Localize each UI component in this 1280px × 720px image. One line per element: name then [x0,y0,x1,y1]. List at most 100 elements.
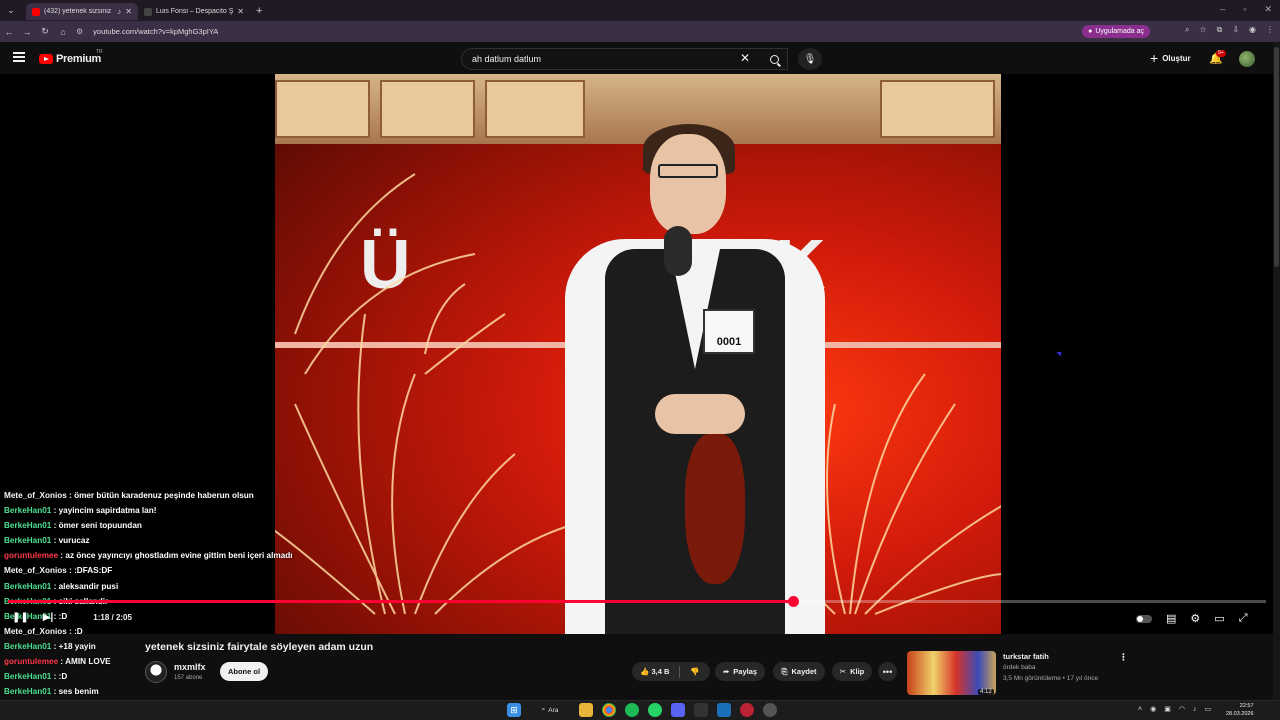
save-button[interactable]: ⎘ Kaydet [773,662,825,681]
url-field[interactable]: youtube.com/watch?v=kpMghG3pIYA [93,27,218,36]
progress-bar[interactable] [8,596,1266,607]
battery-icon[interactable]: ▭ [1204,705,1211,713]
chat-username[interactable]: Mete_of_Xonios [4,627,67,636]
player-controls-right: ▤ ⚙ ▭ ⤢ [1136,612,1248,625]
channel-name[interactable]: mxmlfx [174,662,206,672]
tray-app-icon[interactable]: ▣ [1164,705,1171,713]
share-icon: ➦ [722,667,730,676]
site-info-icon[interactable]: ⚙ [76,27,83,36]
subtitles-icon[interactable]: ▤ [1166,612,1176,625]
extensions-icon[interactable]: ⧉ [1217,25,1223,35]
fullscreen-icon[interactable]: ⤢ [1239,612,1248,625]
windows-start-icon[interactable]: ⊞ [507,703,521,717]
back-icon[interactable]: ← [0,27,18,37]
tab-youtube[interactable]: (432) yetenek sizsiniz fairyt ♪ ✕ [26,3,138,20]
more-actions-button[interactable]: ••• [878,662,897,681]
create-button[interactable]: + Oluştur [1150,50,1191,66]
chat-username[interactable]: Mete_of_Xonios [4,566,67,575]
logo-text: Premium [56,53,101,65]
speaker-icon[interactable]: ♪ [117,7,121,16]
clip-button[interactable]: ✂ Klip [832,662,872,681]
discord-icon[interactable] [671,703,685,717]
spotify-icon[interactable] [625,703,639,717]
maximize-icon[interactable]: ▫ [1243,4,1246,15]
scrollbar-thumb[interactable] [1274,47,1279,267]
tab-despacito[interactable]: Luis Fonsi – Despacito Şarkı Sö ✕ [138,3,250,20]
dislike-icon[interactable]: 👎 [690,667,699,676]
chat-username[interactable]: BerkeHan01 [4,536,51,545]
chat-username[interactable]: BerkeHan01 [4,521,51,530]
video-frame[interactable]: Ü K 0001 [275,74,1001,634]
tray-app-icon[interactable]: ◉ [1150,705,1156,713]
minimize-icon[interactable]: – [1220,4,1225,15]
pause-icon[interactable]: ❚❚ [12,612,29,623]
recommended-channel[interactable]: ördek baba [1003,664,1036,671]
new-tab-icon[interactable]: + [256,5,262,17]
forward-icon[interactable]: → [18,27,36,37]
tab-search-icon[interactable]: ⌄ [0,0,22,21]
system-clock[interactable]: 22:57 28.03.2026 [1226,702,1254,718]
share-button[interactable]: ➦ Paylaş [715,662,765,681]
open-in-app-button[interactable]: ● Uygulamada aç [1082,25,1150,38]
taskbar-search[interactable]: ⌕ Ara [530,703,570,717]
app-icon: ● [1088,28,1093,35]
progress-scrubber[interactable] [787,596,799,607]
progress-played [8,600,793,603]
chat-text: vurucaz [58,536,90,546]
channel-avatar[interactable] [145,661,167,683]
volume-icon[interactable]: ♪ [1193,706,1197,713]
tray-chevron-icon[interactable]: ˄ [1138,706,1142,713]
downloads-icon[interactable]: ⇩ [1232,25,1239,35]
chat-username[interactable]: Mete_of_Xonios [4,491,67,500]
close-window-icon[interactable]: ✕ [1264,4,1272,15]
window-controls: – ▫ ✕ [1220,4,1272,15]
menu-icon[interactable] [13,52,25,62]
chat-message: BerkeHan01 : ses benim [4,687,99,697]
autoplay-toggle[interactable] [1136,614,1152,623]
browser-menu-icon[interactable]: ⋮ [1266,25,1274,35]
home-icon[interactable]: ⌂ [54,27,72,37]
chat-username[interactable]: BerkeHan01 [4,506,51,515]
settings-gear-icon[interactable]: ⚙ [1190,612,1200,625]
chat-username[interactable]: BerkeHan01 [4,642,51,651]
zoom-icon[interactable]: ⌕ [1185,25,1189,35]
chat-username[interactable]: goruntulemee [4,657,58,666]
recommended-title[interactable]: turkstar fatih [1003,652,1049,661]
wifi-icon[interactable]: ◠ [1179,705,1185,713]
app-icon[interactable] [694,703,708,717]
chat-text: AMIN LOVE [65,657,111,667]
save-label: Kaydet [791,667,817,676]
chat-message: Mete_of_Xonios : :D [4,626,83,636]
reload-icon[interactable]: ↻ [36,26,54,37]
whatsapp-icon[interactable] [648,703,662,717]
chat-username[interactable]: BerkeHan01 [4,672,51,681]
like-button[interactable]: 👍 3,4 B [640,667,669,676]
notification-badge: 9+ [1216,50,1226,57]
voice-search-button[interactable]: 🎙 [798,48,822,70]
theater-mode-icon[interactable]: ▭ [1214,612,1224,625]
account-avatar[interactable] [1239,51,1255,67]
chrome-icon[interactable] [602,703,616,717]
close-tab-icon[interactable]: ✕ [125,7,132,16]
page-scrollbar[interactable] [1273,42,1280,700]
clear-search-icon[interactable]: ✕ [740,52,750,64]
chat-username[interactable]: BerkeHan01 [4,582,51,591]
chat-username[interactable]: BerkeHan01 [4,687,51,696]
youtube-premium-logo[interactable]: Premium TR [39,49,103,65]
search-input[interactable]: ah datlum datlum [461,48,788,70]
steam-icon[interactable] [717,703,731,717]
subscribe-button[interactable]: Abone ol [220,662,268,681]
profile-icon[interactable]: ◉ [1249,25,1256,35]
next-icon[interactable]: ▶| [43,612,54,623]
plus-icon: + [1150,50,1159,66]
close-tab-icon[interactable]: ✕ [237,7,244,16]
bookmark-star-icon[interactable]: ☆ [1199,25,1206,35]
settings-icon[interactable] [763,703,777,717]
chrome-profile-icon[interactable] [740,703,754,717]
search-button[interactable] [760,48,788,70]
chat-username[interactable]: goruntulemee [4,551,58,560]
chat-text: ömer bütün karadenuz peşinde haberun ols… [74,491,254,500]
recommended-menu-icon[interactable]: ⋮ [1119,652,1128,663]
chat-message: BerkeHan01 : aleksandir pusi [4,581,119,591]
file-explorer-icon[interactable] [579,703,593,717]
